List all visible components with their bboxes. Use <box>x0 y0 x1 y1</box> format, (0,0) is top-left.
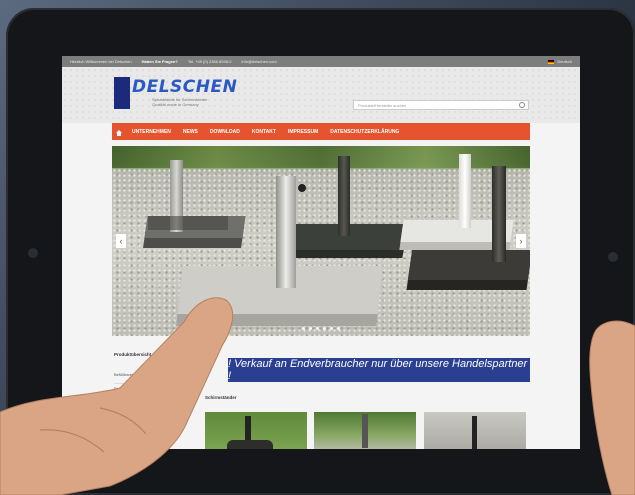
right-hand <box>589 320 635 495</box>
